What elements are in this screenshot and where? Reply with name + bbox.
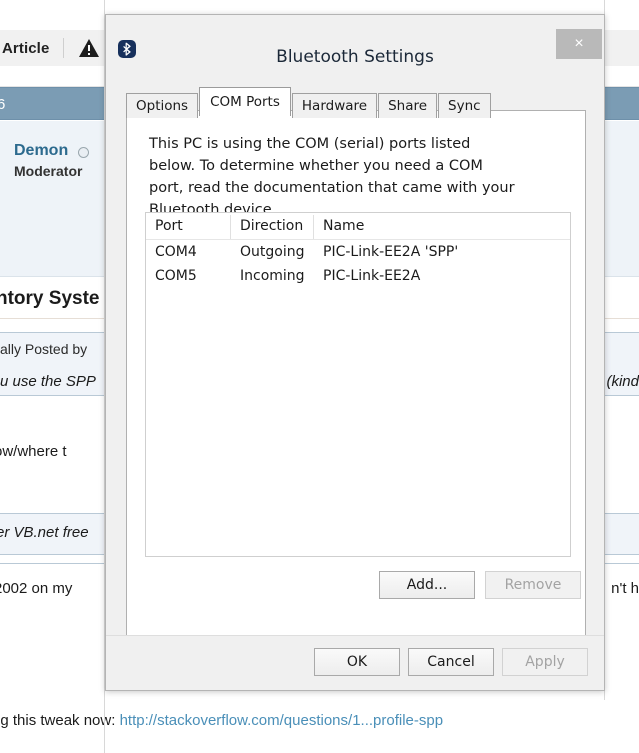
warning-triangle-icon [78, 38, 100, 58]
remove-button: Remove [485, 571, 581, 599]
stackoverflow-link[interactable]: http://stackoverflow.com/questions/1...p… [120, 712, 444, 729]
bottom-text-line: ng this tweak now: http://stackoverflow.… [0, 712, 639, 729]
tab-options[interactable]: Options [126, 93, 198, 118]
bottom-text-prefix: ng this tweak now: [0, 712, 120, 729]
quote-text-fragment: u use the SPP [0, 373, 96, 390]
thread-title-fragment: ntory Syste [0, 288, 99, 310]
apply-button: Apply [502, 648, 588, 676]
dialog-titlebar[interactable]: Bluetooth Settings × [106, 15, 604, 73]
com-ports-panel: This PC is using the COM (serial) ports … [126, 110, 586, 652]
cell-direction: Outgoing [231, 244, 314, 260]
body-text-fragment-2: er VB.net free [0, 524, 89, 541]
cell-port: COM5 [146, 268, 231, 284]
user-status-dot-icon [78, 147, 89, 158]
toolbar-divider [63, 38, 64, 58]
add-button[interactable]: Add... [379, 571, 475, 599]
close-icon[interactable]: × [556, 29, 602, 59]
post-author-rank: Moderator [14, 163, 82, 179]
table-header-row: Port Direction Name [146, 213, 570, 240]
com-ports-listbox[interactable]: Port Direction Name COM4 Outgoing PIC-Li… [145, 212, 571, 557]
body-right-fragment: n't h [611, 580, 639, 597]
tab-sync[interactable]: Sync [438, 93, 491, 118]
body-text-fragment-3: 2002 on my [0, 580, 72, 597]
cell-name: PIC-Link-EE2A [314, 268, 564, 284]
ok-button[interactable]: OK [314, 648, 400, 676]
screen: Article 6 Demon Moderator ntory Syste al… [0, 0, 639, 753]
cell-name: PIC-Link-EE2A 'SPP' [314, 244, 564, 260]
tab-share[interactable]: Share [378, 93, 437, 118]
post-number-fragment: 6 [0, 88, 5, 121]
toolbar-article-label: Article [2, 40, 49, 57]
table-row[interactable]: COM4 Outgoing PIC-Link-EE2A 'SPP' [146, 240, 570, 264]
column-header-port: Port [146, 218, 231, 234]
table-row[interactable]: COM5 Incoming PIC-Link-EE2A [146, 264, 570, 288]
cell-direction: Incoming [231, 268, 314, 284]
cell-port: COM4 [146, 244, 231, 260]
body-text-fragment-1: ow/where t [0, 443, 67, 460]
column-header-direction: Direction [231, 218, 314, 234]
tab-com-ports[interactable]: COM Ports [199, 87, 291, 116]
tab-hardware[interactable]: Hardware [292, 93, 377, 118]
panel-description: This PC is using the COM (serial) ports … [149, 133, 519, 221]
column-header-name: Name [314, 218, 564, 234]
cancel-button[interactable]: Cancel [408, 648, 494, 676]
dialog-title: Bluetooth Settings [106, 47, 604, 67]
tabstrip: Options COM Ports Hardware Share Sync [126, 87, 492, 116]
quote-attribution-fragment: ally Posted by [0, 341, 87, 357]
post-author-link[interactable]: Demon [14, 142, 68, 160]
quote-right-fragment: (kind [606, 373, 639, 390]
bluetooth-settings-dialog: Bluetooth Settings × Options COM Ports H… [105, 14, 605, 691]
